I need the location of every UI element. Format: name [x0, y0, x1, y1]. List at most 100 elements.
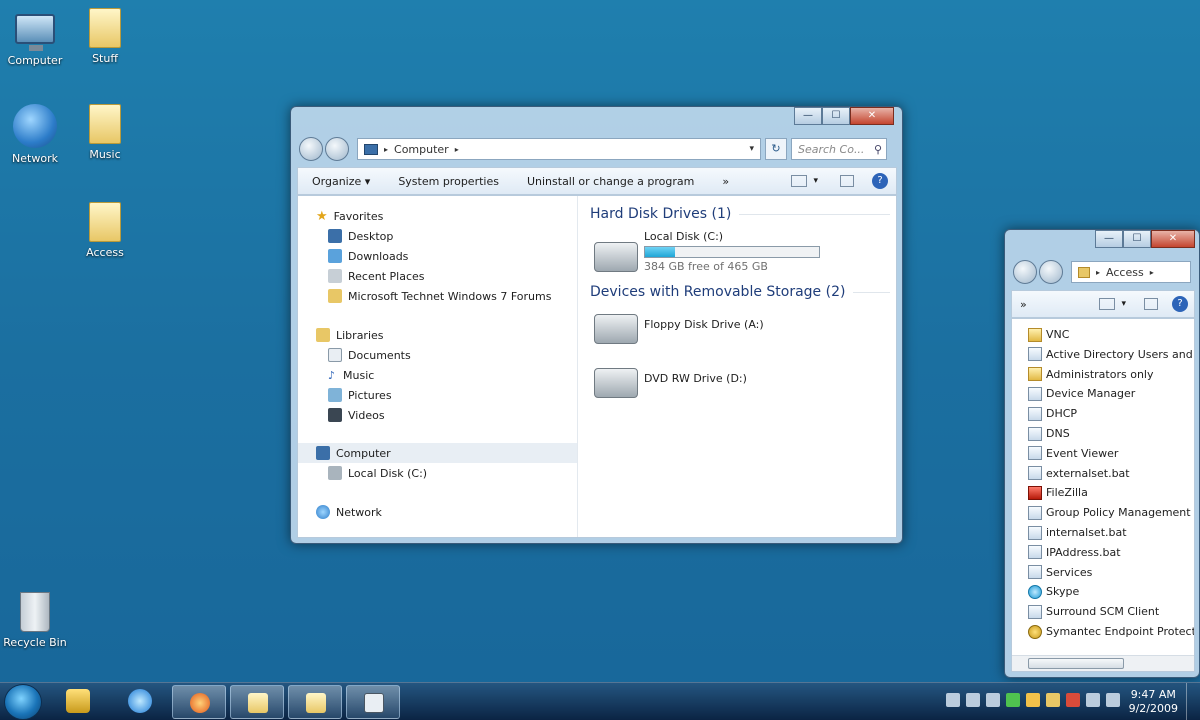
network-tray-icon[interactable]	[1086, 693, 1100, 707]
horizontal-scrollbar[interactable]	[1012, 655, 1194, 671]
file-name: Symantec Endpoint Protectio	[1046, 625, 1194, 638]
file-list-item[interactable]: internalset.bat	[1028, 523, 1194, 542]
preview-pane-icon[interactable]	[1144, 298, 1158, 310]
drive-dvd[interactable]: DVD RW Drive (D:)	[594, 362, 747, 398]
file-list-item[interactable]: VNC	[1028, 325, 1194, 344]
file-list-item[interactable]: DNS	[1028, 424, 1194, 443]
view-dropdown-icon[interactable]: ▾	[1121, 299, 1126, 309]
refresh-button[interactable]: ↻	[765, 138, 787, 160]
tray-icon[interactable]	[1026, 693, 1040, 707]
nav-pictures[interactable]: Pictures	[298, 385, 577, 405]
desktop-icon-label: Computer	[7, 54, 63, 67]
file-list-item[interactable]: Device Manager	[1028, 384, 1194, 403]
minimize-button[interactable]: —	[1095, 230, 1123, 248]
scrollbar-thumb[interactable]	[1028, 658, 1124, 669]
minimize-button[interactable]: —	[794, 107, 822, 125]
more-commands-button[interactable]: »	[708, 175, 743, 188]
nav-technet[interactable]: Microsoft Technet Windows 7 Forums	[298, 286, 577, 306]
file-list-item[interactable]: externalset.bat	[1028, 464, 1194, 483]
more-commands-button[interactable]: »	[1012, 298, 1035, 311]
clock[interactable]: 9:47 AM 9/2/2009	[1129, 688, 1178, 716]
search-placeholder: Search Co...	[798, 142, 865, 156]
lock-icon[interactable]	[66, 689, 90, 713]
help-icon[interactable]: ?	[872, 173, 888, 189]
internet-explorer-icon[interactable]	[128, 689, 152, 713]
file-list-item[interactable]: Event Viewer	[1028, 444, 1194, 463]
tray-icon[interactable]	[1046, 693, 1060, 707]
back-button[interactable]	[1013, 260, 1037, 284]
maximize-button[interactable]: ☐	[822, 107, 850, 125]
desktop-icon-stuff[interactable]: Stuff	[70, 8, 140, 65]
organize-button[interactable]: Organize ▾	[298, 175, 384, 188]
view-options-icon[interactable]	[1099, 298, 1116, 310]
help-icon[interactable]: ?	[1172, 296, 1188, 312]
file-list-item[interactable]: Group Policy Management	[1028, 503, 1194, 522]
back-button[interactable]	[299, 137, 323, 161]
nav-computer[interactable]: Computer	[298, 443, 577, 463]
nav-libraries[interactable]: Libraries	[298, 325, 577, 345]
music-note-icon: ♪	[328, 368, 336, 382]
file-list-item[interactable]: Active Directory Users and Co	[1028, 345, 1194, 364]
file-list-item[interactable]: Surround SCM Client	[1028, 602, 1194, 621]
command-bar: Organize ▾ System properties Uninstall o…	[297, 167, 897, 195]
address-bar[interactable]: ▸ Computer ▸ ▾	[357, 138, 761, 160]
network-icon	[316, 505, 330, 519]
address-bar[interactable]: ▸ Access ▸	[1071, 261, 1191, 283]
nav-recent-places[interactable]: Recent Places	[298, 266, 577, 286]
forward-button[interactable]	[325, 137, 349, 161]
nav-videos[interactable]: Videos	[298, 405, 577, 425]
close-button[interactable]: ✕	[1151, 230, 1195, 248]
volume-icon[interactable]	[1106, 693, 1120, 707]
nav-local-disk[interactable]: Local Disk (C:)	[298, 463, 577, 483]
group-header-removable[interactable]: Devices with Removable Storage (2)	[590, 284, 890, 300]
forward-button[interactable]	[1039, 260, 1063, 284]
nav-music[interactable]: ♪ Music	[298, 365, 577, 385]
file-list-item[interactable]: Services	[1028, 563, 1194, 582]
view-dropdown-icon[interactable]: ▾	[813, 176, 818, 186]
nav-favorites[interactable]: ★ Favorites	[298, 206, 577, 226]
tray-icon[interactable]	[1006, 693, 1020, 707]
explorer-window-computer[interactable]: — ☐ ✕ ▸ Computer ▸ ▾ ↻ Search Co... ⚲ Or…	[290, 106, 903, 544]
file-name: Event Viewer	[1046, 446, 1119, 460]
file-list-item[interactable]: Symantec Endpoint Protectio	[1028, 622, 1194, 641]
tray-icon[interactable]	[986, 693, 1000, 707]
maximize-button[interactable]: ☐	[1123, 230, 1151, 248]
taskbar-mail[interactable]	[230, 685, 284, 719]
start-button[interactable]	[4, 684, 42, 720]
explorer-window-access[interactable]: — ☐ ✕ ▸ Access ▸ » ▾ ? VNC Active Directo…	[1004, 229, 1200, 678]
file-list-item[interactable]: DHCP	[1028, 404, 1194, 423]
desktop-icon-network[interactable]: Network	[0, 104, 70, 165]
nav-downloads[interactable]: Downloads	[298, 246, 577, 266]
nav-label: Documents	[348, 348, 411, 362]
nav-desktop[interactable]: Desktop	[298, 226, 577, 246]
breadcrumb-computer[interactable]: Computer	[394, 143, 449, 156]
action-center-icon[interactable]	[1066, 693, 1080, 707]
nav-documents[interactable]: Documents	[298, 345, 577, 365]
uninstall-program-button[interactable]: Uninstall or change a program	[513, 175, 708, 188]
taskbar-firefox[interactable]	[172, 685, 226, 719]
search-input[interactable]: Search Co... ⚲	[791, 138, 887, 160]
desktop-icon-access[interactable]: Access	[70, 202, 140, 259]
drive-c[interactable]: Local Disk (C:) 384 GB free of 465 GB	[594, 230, 820, 273]
group-header-hard-disks[interactable]: Hard Disk Drives (1)	[590, 206, 890, 222]
desktop-icon-computer[interactable]: Computer	[0, 8, 70, 67]
breadcrumb-access[interactable]: Access	[1106, 266, 1144, 279]
system-properties-button[interactable]: System properties	[384, 175, 513, 188]
address-dropdown-icon[interactable]: ▾	[749, 144, 754, 154]
preview-pane-icon[interactable]	[840, 175, 854, 187]
tray-icon[interactable]	[946, 693, 960, 707]
drive-floppy[interactable]: Floppy Disk Drive (A:)	[594, 308, 764, 344]
taskbar-explorer[interactable]	[288, 685, 342, 719]
view-options-icon[interactable]	[791, 175, 808, 187]
file-list-item[interactable]: Skype	[1028, 582, 1194, 601]
close-button[interactable]: ✕	[850, 107, 894, 125]
desktop-icon-music[interactable]: Music	[70, 104, 140, 161]
taskbar-app[interactable]	[346, 685, 400, 719]
desktop-icon-recycle-bin[interactable]: Recycle Bin	[0, 592, 70, 649]
file-list-item[interactable]: Administrators only	[1028, 365, 1194, 384]
show-desktop-button[interactable]	[1186, 683, 1200, 720]
tray-icon[interactable]	[966, 693, 980, 707]
file-list-item[interactable]: FileZilla	[1028, 483, 1194, 502]
file-list-item[interactable]: IPAddress.bat	[1028, 543, 1194, 562]
nav-network[interactable]: Network	[298, 502, 577, 522]
